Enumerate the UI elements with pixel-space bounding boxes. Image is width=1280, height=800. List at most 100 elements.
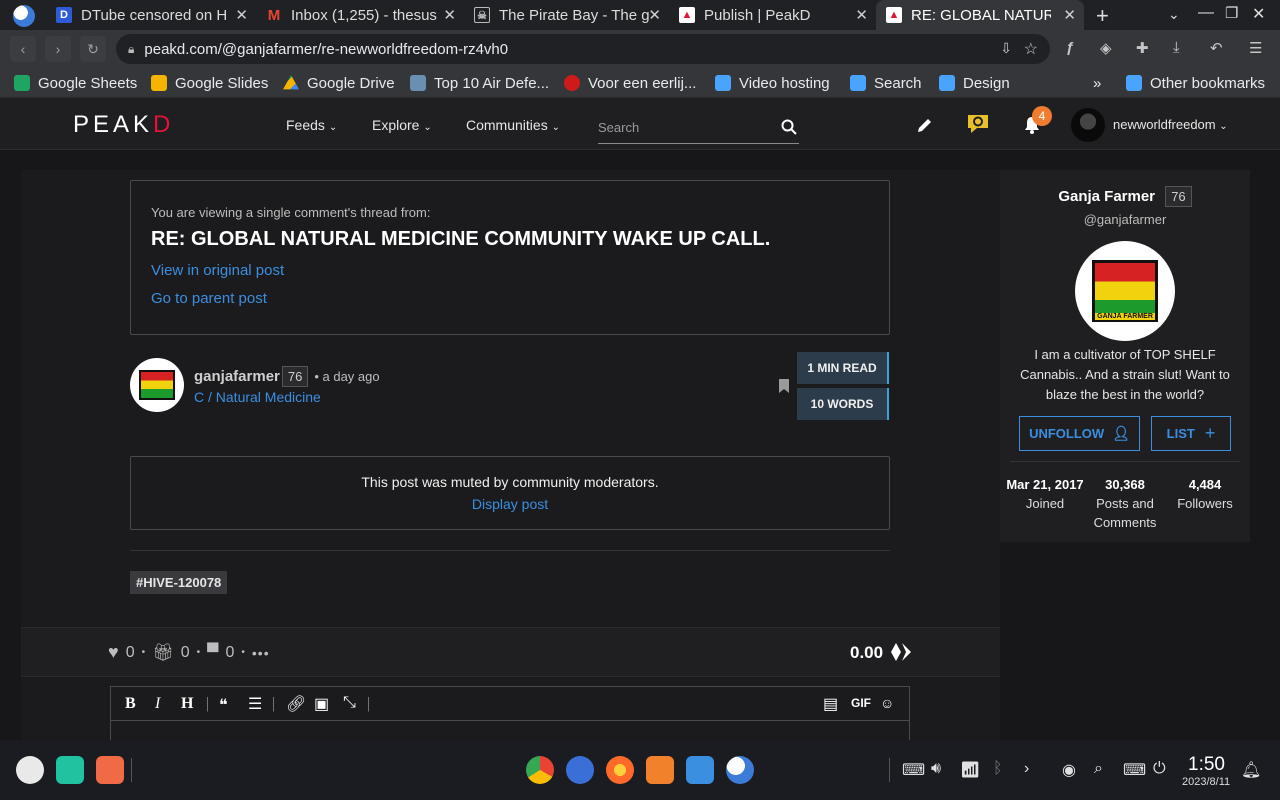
tab-publish-peakd[interactable]: ▲ Publish | PeakD ✕: [669, 0, 876, 30]
back-button[interactable]: ‹: [10, 36, 36, 62]
firefox-icon[interactable]: [606, 756, 634, 784]
peakd-logo[interactable]: PEAKD: [73, 111, 174, 139]
new-tab-button[interactable]: +: [1096, 3, 1109, 29]
editor-toolbar: B I H | ❝ ☰ | 🔗︎ ▣ ⤡ | ▤ GIF ☺: [111, 687, 909, 721]
edit-pencil-icon[interactable]: [916, 116, 934, 134]
unfollow-button[interactable]: UNFOLLOW 👤︎: [1019, 416, 1140, 451]
settings-gear-icon[interactable]: [566, 756, 594, 784]
image-icon[interactable]: ▣: [314, 694, 329, 714]
launcher-icon[interactable]: [16, 756, 44, 784]
close-tab-icon[interactable]: ✕: [443, 6, 456, 24]
payout-amount[interactable]: 0.00: [850, 643, 883, 663]
view-original-post-link[interactable]: View in original post: [151, 262, 284, 279]
profile-name[interactable]: Ganja Farmer: [1058, 188, 1155, 205]
wifi-icon[interactable]: 📶︎: [960, 760, 980, 780]
power-icon[interactable]: ⏻: [1153, 760, 1166, 778]
bookmark-star-icon[interactable]: ☆: [1024, 39, 1038, 59]
forward-button[interactable]: ›: [45, 36, 71, 62]
tab-inbox[interactable]: M Inbox (1,255) - thesus ✕: [256, 0, 464, 30]
stat-followers[interactable]: 4,484 Followers: [1170, 475, 1240, 513]
bookmark-folder-design[interactable]: Design: [939, 68, 1010, 98]
community-link[interactable]: C / Natural Medicine: [194, 389, 321, 405]
tag-hive[interactable]: #HIVE-120078: [130, 571, 228, 594]
emoji-icon[interactable]: ☺: [880, 695, 894, 711]
italic-button[interactable]: I: [155, 695, 160, 713]
display-post-link[interactable]: Display post: [131, 496, 889, 512]
bookmark-folder-search[interactable]: Search: [850, 68, 922, 98]
list-icon[interactable]: ☰: [248, 694, 262, 714]
bookmark-google-sheets[interactable]: Google Sheets: [14, 68, 137, 98]
gif-button[interactable]: GIF: [851, 696, 871, 710]
tab-dtube[interactable]: D DTube censored on H ✕: [46, 0, 256, 30]
tab-current-thread[interactable]: ▲ RE: GLOBAL NATURAL ✕: [876, 0, 1084, 30]
extension-mask-icon[interactable]: ◈: [1100, 39, 1112, 57]
bookmark-google-drive[interactable]: Google Drive: [283, 68, 395, 98]
link-icon[interactable]: 🔗︎: [286, 694, 306, 714]
bookmark-air-defense[interactable]: Top 10 Air Defe...: [410, 68, 549, 98]
extension-f-icon[interactable]: ƒ: [1066, 39, 1074, 56]
search-icon[interactable]: ⌕: [1094, 760, 1103, 778]
templates-icon[interactable]: ▤: [823, 694, 838, 714]
more-options-icon[interactable]: •••: [252, 645, 270, 661]
user-avatar[interactable]: [1071, 108, 1105, 142]
go-to-parent-post-link[interactable]: Go to parent post: [151, 290, 267, 307]
gift-icon[interactable]: 🎁︎: [152, 643, 174, 663]
nav-feeds[interactable]: Feeds ⌄: [286, 117, 337, 133]
bookmark-folder-other[interactable]: Other bookmarks: [1126, 68, 1265, 98]
more-bookmarks-button[interactable]: »: [1093, 68, 1101, 98]
volume-icon[interactable]: 🔊︎: [931, 760, 941, 778]
menu-icon[interactable]: ☰: [1249, 39, 1262, 57]
browser-icon[interactable]: [726, 756, 754, 784]
profile-avatar[interactable]: GANJA FARMER: [1075, 241, 1175, 341]
close-tab-icon[interactable]: ✕: [235, 6, 248, 24]
minimize-icon[interactable]: —: [1198, 4, 1214, 22]
input-method-icon[interactable]: ⌨: [1123, 760, 1146, 780]
close-tab-icon[interactable]: ✕: [855, 6, 868, 24]
heading-button[interactable]: H: [181, 695, 193, 713]
browser-logo-icon[interactable]: [13, 5, 35, 27]
fullscreen-icon[interactable]: ⤡: [343, 694, 356, 712]
notification-bell-icon[interactable]: 🔔︎: [1241, 760, 1261, 780]
nav-communities[interactable]: Communities ⌄: [466, 117, 560, 133]
restore-icon[interactable]: ❐: [1225, 4, 1238, 22]
list-button[interactable]: LIST +: [1151, 416, 1231, 451]
bookmark-icon[interactable]: [778, 378, 790, 394]
close-tab-icon[interactable]: ✕: [1063, 6, 1076, 24]
chrome-icon[interactable]: [526, 756, 554, 784]
post-author-name[interactable]: ganjafarmer: [194, 368, 280, 385]
tab-search-icon[interactable]: ⌄: [1168, 6, 1180, 23]
close-tab-icon[interactable]: ✕: [648, 6, 661, 24]
extensions-puzzle-icon[interactable]: ✚: [1136, 39, 1149, 57]
clock-time[interactable]: 1:50: [1188, 754, 1225, 776]
chat-icon[interactable]: [965, 112, 991, 136]
bookmark-google-slides[interactable]: Google Slides: [151, 68, 268, 98]
search-icon[interactable]: [781, 119, 797, 135]
downloads-icon[interactable]: ⤓: [1173, 39, 1180, 56]
bluetooth-icon[interactable]: ᛒ: [993, 760, 1003, 778]
muted-notice-text: This post was muted by community moderat…: [361, 474, 659, 490]
tray-expand-icon[interactable]: ›: [1024, 760, 1029, 778]
heart-icon[interactable]: ♥: [108, 642, 119, 663]
folder-icon: [715, 75, 731, 91]
author-avatar[interactable]: [130, 358, 184, 412]
nav-explore[interactable]: Explore ⌄: [372, 117, 432, 133]
search-input[interactable]: [598, 112, 768, 142]
address-bar[interactable]: 🔒︎ peakd.com/@ganjafarmer/re-newworldfre…: [116, 34, 1050, 64]
tab-piratebay[interactable]: ☠ The Pirate Bay - The g ✕: [464, 0, 669, 30]
install-icon[interactable]: ⇩: [1000, 40, 1012, 57]
activity-monitor-icon[interactable]: ◉: [1062, 760, 1076, 780]
store-bag-icon[interactable]: [646, 756, 674, 784]
bold-button[interactable]: B: [125, 695, 136, 713]
undo-icon[interactable]: ↶: [1210, 39, 1223, 57]
app-store-icon[interactable]: [96, 756, 124, 784]
keyboard-icon[interactable]: ⌨: [902, 760, 925, 780]
bookmark-folder-video-hosting[interactable]: Video hosting: [715, 68, 830, 98]
quote-icon[interactable]: ❝: [219, 695, 228, 715]
close-window-icon[interactable]: ✕: [1252, 4, 1265, 24]
bookmark-voor-een[interactable]: Voor een eerlij...: [564, 68, 696, 98]
calendar-icon[interactable]: [686, 756, 714, 784]
reload-button[interactable]: ↻: [80, 36, 106, 62]
user-menu[interactable]: newworldfreedom ⌄: [1113, 117, 1228, 132]
comment-icon[interactable]: ▀: [207, 644, 218, 662]
multitask-icon[interactable]: [56, 756, 84, 784]
